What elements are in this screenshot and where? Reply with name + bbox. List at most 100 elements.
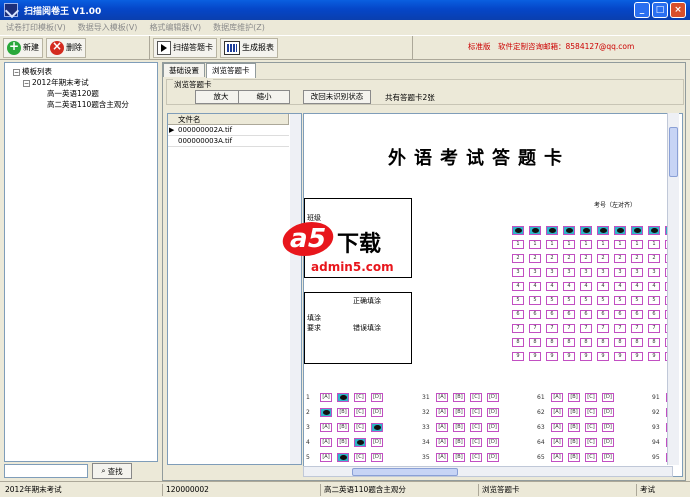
exam-no-bubble: 7 bbox=[512, 324, 524, 333]
answer-bubble bbox=[337, 393, 349, 402]
file-list-scrollbar[interactable] bbox=[290, 114, 301, 464]
menu-format-editor[interactable]: 格式编辑器(V) bbox=[149, 22, 201, 33]
exam-no-bubble: 3 bbox=[648, 268, 660, 277]
exam-no-bubble: 2 bbox=[512, 254, 524, 263]
zoom-out-button[interactable]: 缩小 bbox=[238, 90, 290, 104]
question-number: 95 bbox=[652, 454, 660, 461]
preview-vertical-scrollbar[interactable] bbox=[667, 113, 679, 465]
question-number: 32 bbox=[422, 409, 430, 416]
answer-bubble: [C] bbox=[585, 393, 597, 402]
exam-no-bubble bbox=[529, 226, 541, 235]
search-button[interactable]: ⌕ 查找 bbox=[92, 463, 132, 479]
exam-no-bubble: 4 bbox=[563, 282, 575, 291]
exam-no-bubble: 1 bbox=[529, 240, 541, 249]
delete-icon bbox=[50, 39, 64, 55]
scan-button[interactable]: 扫描答题卡 bbox=[153, 37, 217, 58]
exam-no-bubble: 2 bbox=[546, 254, 558, 263]
exam-no-bubble: 1 bbox=[546, 240, 558, 249]
tab-basic-settings[interactable]: 基础设置 bbox=[163, 63, 205, 77]
status-id: 120000002 bbox=[162, 484, 209, 496]
exam-no-bubble: 8 bbox=[648, 338, 660, 347]
status-template: 高二英语110题含主观分 bbox=[320, 484, 406, 496]
column-header[interactable]: 文件名 bbox=[168, 114, 289, 125]
exam-no-bubble: 1 bbox=[631, 240, 643, 249]
exam-no-bubble: 6 bbox=[631, 310, 643, 319]
answer-bubble: [C] bbox=[354, 453, 366, 462]
question-number: 94 bbox=[652, 439, 660, 446]
maximize-button[interactable]: □ bbox=[652, 2, 668, 18]
browse-group: 浏览答题卡 放大 缩小 改回未识别状态 共有答题卡2张 bbox=[166, 79, 684, 105]
menu-import-template[interactable]: 数据导入模板(V) bbox=[78, 22, 138, 33]
menu-bar: 试卷打印模板(V) 数据导入模板(V) 格式编辑器(V) 数据库维护(Z) bbox=[0, 20, 690, 34]
exam-no-bubble: 8 bbox=[614, 338, 626, 347]
menu-database[interactable]: 数据库维护(Z) bbox=[213, 22, 265, 33]
question-number: 61 bbox=[537, 394, 545, 401]
exam-no-bubble: 1 bbox=[512, 240, 524, 249]
menu-print-template[interactable]: 试卷打印模板(V) bbox=[6, 22, 66, 33]
question-number: 4 bbox=[306, 439, 310, 446]
exam-no-bubble: 3 bbox=[546, 268, 558, 277]
tree-exam[interactable]: −2012年期末考试 bbox=[9, 77, 153, 88]
close-button[interactable]: × bbox=[670, 2, 686, 18]
exam-no-bubble: 4 bbox=[631, 282, 643, 291]
tree-item[interactable]: 高一英语120题 bbox=[9, 88, 153, 99]
status-extra: 考试 bbox=[636, 484, 655, 496]
exam-no-bubble: 2 bbox=[529, 254, 541, 263]
question-number: 2 bbox=[306, 409, 310, 416]
exam-no-bubble: 8 bbox=[512, 338, 524, 347]
answer-bubble: [D] bbox=[487, 453, 499, 462]
answer-bubble bbox=[371, 423, 383, 432]
tree-root[interactable]: − 模板列表 bbox=[9, 66, 153, 77]
exam-no-bubble: 9 bbox=[631, 352, 643, 361]
question-number: 64 bbox=[537, 439, 545, 446]
answer-bubble: [C] bbox=[585, 438, 597, 447]
new-button[interactable]: 新建 bbox=[3, 37, 43, 58]
main-panel: 基础设置 浏览答题卡 浏览答题卡 放大 缩小 改回未识别状态 共有答题卡2张 文… bbox=[162, 62, 686, 481]
answer-bubble: [A] bbox=[436, 438, 448, 447]
exam-no-bubble: 9 bbox=[529, 352, 541, 361]
preview-horizontal-scrollbar[interactable] bbox=[303, 466, 673, 477]
exam-no-bubble: 5 bbox=[648, 296, 660, 305]
answer-bubble: [C] bbox=[354, 423, 366, 432]
plus-icon bbox=[7, 39, 21, 55]
answer-bubble: [C] bbox=[585, 453, 597, 462]
group-label: 浏览答题卡 bbox=[173, 79, 213, 90]
exam-no-bubble: 1 bbox=[580, 240, 592, 249]
exam-no-bubble: 4 bbox=[546, 282, 558, 291]
exam-no-bubble: 5 bbox=[597, 296, 609, 305]
question-number: 5 bbox=[306, 454, 310, 461]
exam-no-bubble: 1 bbox=[597, 240, 609, 249]
collapse-icon[interactable]: − bbox=[23, 79, 30, 87]
exam-no-bubble bbox=[512, 226, 524, 235]
report-icon bbox=[224, 40, 240, 55]
tab-browse-cards[interactable]: 浏览答题卡 bbox=[206, 63, 256, 78]
exam-no-bubble: 3 bbox=[580, 268, 592, 277]
exam-no-bubble: 3 bbox=[631, 268, 643, 277]
report-button[interactable]: 生成报表 bbox=[220, 37, 278, 58]
exam-no-bubble: 8 bbox=[597, 338, 609, 347]
exam-no-bubble: 1 bbox=[648, 240, 660, 249]
exam-no-bubble: 9 bbox=[597, 352, 609, 361]
search-input[interactable] bbox=[4, 464, 88, 478]
minimize-button[interactable]: _ bbox=[634, 2, 650, 18]
answer-bubble: [B] bbox=[337, 408, 349, 417]
reset-unrecognized-button[interactable]: 改回未识别状态 bbox=[303, 90, 371, 104]
scroll-thumb[interactable] bbox=[669, 127, 678, 177]
file-row[interactable]: ▶ 000000002A.tif bbox=[168, 125, 289, 136]
exam-no-bubble: 5 bbox=[580, 296, 592, 305]
exam-no-bubble: 6 bbox=[597, 310, 609, 319]
exam-no-bubble: 4 bbox=[529, 282, 541, 291]
scroll-thumb[interactable] bbox=[352, 468, 458, 476]
status-mode: 浏览答题卡 bbox=[478, 484, 520, 496]
template-tree: − 模板列表 −2012年期末考试 高一英语120题 高二英语110题含主观分 bbox=[4, 62, 158, 462]
question-number: 93 bbox=[652, 424, 660, 431]
collapse-icon[interactable]: − bbox=[13, 68, 20, 76]
delete-button[interactable]: 删除 bbox=[46, 37, 86, 58]
exam-no-bubble: 9 bbox=[546, 352, 558, 361]
exam-no-bubble: 7 bbox=[648, 324, 660, 333]
exam-no-bubble: 4 bbox=[580, 282, 592, 291]
exam-no-bubble: 6 bbox=[563, 310, 575, 319]
exam-no-bubble: 8 bbox=[580, 338, 592, 347]
file-row[interactable]: 000000003A.tif bbox=[168, 136, 289, 147]
tree-item[interactable]: 高二英语110题含主观分 bbox=[9, 99, 153, 110]
